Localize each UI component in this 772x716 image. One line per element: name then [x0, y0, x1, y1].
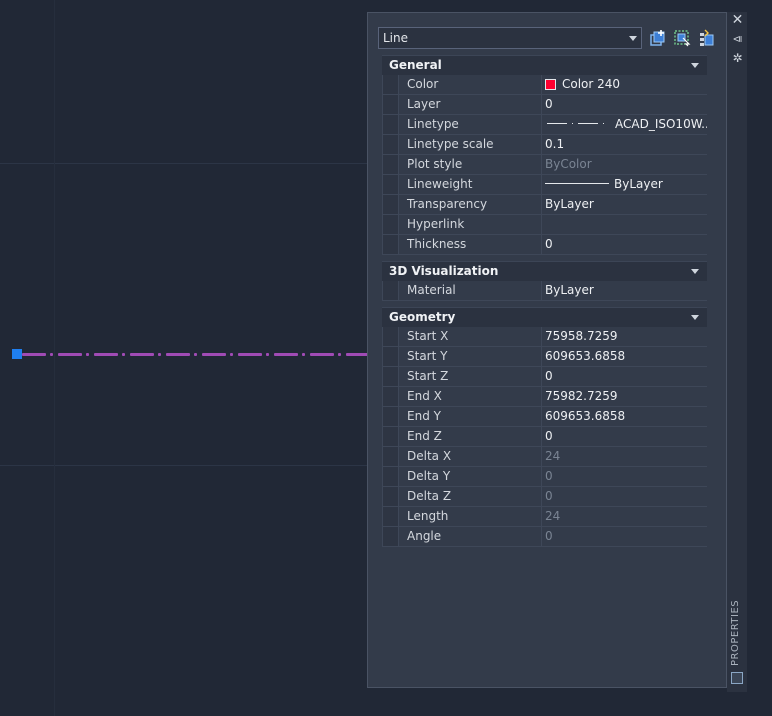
line-dash — [310, 353, 334, 356]
collapse-icon[interactable] — [691, 269, 699, 274]
category-geometry[interactable]: Geometry — [382, 307, 707, 327]
collapse-icon[interactable] — [691, 315, 699, 320]
line-dot — [122, 353, 125, 356]
line-dash — [22, 353, 46, 356]
property-row-lineweight[interactable]: Lineweight ByLayer — [383, 175, 707, 195]
color-swatch — [545, 79, 556, 90]
property-row-delta-z[interactable]: Delta Z0 — [383, 487, 707, 507]
property-row-linetype-scale[interactable]: Linetype scale 0.1 — [383, 135, 707, 155]
property-row-material[interactable]: Material ByLayer — [383, 281, 707, 301]
chevron-down-icon — [629, 36, 637, 41]
object-type-select[interactable]: Line — [378, 27, 642, 49]
selection-tools — [649, 29, 721, 49]
property-row-linetype[interactable]: Linetype ACAD_ISO10W... — [383, 115, 707, 135]
line-dot — [230, 353, 233, 356]
property-row-layer[interactable]: Layer 0 — [383, 95, 707, 115]
quick-select-icon[interactable] — [649, 29, 667, 47]
grid-line — [0, 163, 370, 164]
properties-palette: Line General Color Color 240 Layer 0 Lin… — [367, 12, 727, 688]
line-dot — [194, 353, 197, 356]
grid-line — [0, 465, 370, 466]
property-row-start-z[interactable]: Start Z0 — [383, 367, 707, 387]
properties-icon[interactable] — [731, 672, 743, 684]
line-dot — [86, 353, 89, 356]
line-dash — [58, 353, 82, 356]
object-type-value: Line — [383, 31, 409, 45]
category-general[interactable]: General — [382, 55, 707, 75]
line-dot — [266, 353, 269, 356]
line-dot — [158, 353, 161, 356]
property-row-plot-style[interactable]: Plot style ByColor — [383, 155, 707, 175]
property-row-start-x[interactable]: Start X 75958.7259 — [383, 327, 707, 347]
category-3d-visualization[interactable]: 3D Visualization — [382, 261, 707, 281]
property-row-color[interactable]: Color Color 240 — [383, 75, 707, 95]
property-row-angle[interactable]: Angle 0 — [383, 527, 707, 547]
select-objects-icon[interactable] — [673, 29, 691, 47]
property-grid: General Color Color 240 Layer 0 Linetype — [382, 55, 707, 547]
palette-title: PROPERTIES — [730, 599, 741, 666]
property-row-thickness[interactable]: Thickness 0 — [383, 235, 707, 255]
property-row-delta-y[interactable]: Delta Y0 — [383, 467, 707, 487]
property-row-end-x[interactable]: End X 75982.7259 — [383, 387, 707, 407]
line-dot — [338, 353, 341, 356]
property-row-hyperlink[interactable]: Hyperlink — [383, 215, 707, 235]
palette-title-bar[interactable]: ✕ ⧏ ✲ PROPERTIES — [727, 12, 747, 692]
line-dash — [130, 353, 154, 356]
close-icon[interactable]: ✕ — [731, 13, 744, 27]
line-dash — [238, 353, 262, 356]
property-row-transparency[interactable]: Transparency ByLayer — [383, 195, 707, 215]
line-dash — [94, 353, 118, 356]
line-dash — [274, 353, 298, 356]
line-dot — [302, 353, 305, 356]
property-row-end-z[interactable]: End Z0 — [383, 427, 707, 447]
line-dash — [166, 353, 190, 356]
property-row-length[interactable]: Length 24 — [383, 507, 707, 527]
collapse-icon[interactable] — [691, 63, 699, 68]
toggle-pickadd-icon[interactable] — [697, 29, 715, 47]
property-row-delta-x[interactable]: Delta X 24 — [383, 447, 707, 467]
settings-icon[interactable]: ✲ — [731, 52, 744, 65]
property-row-start-y[interactable]: Start Y 609653.6858 — [383, 347, 707, 367]
line-dash — [202, 353, 226, 356]
selected-line-entity[interactable] — [12, 346, 370, 362]
property-row-end-y[interactable]: End Y 609653.6858 — [383, 407, 707, 427]
lineweight-preview — [545, 183, 609, 184]
line-dot — [50, 353, 53, 356]
auto-hide-icon[interactable]: ⧏ — [731, 33, 744, 46]
line-grip[interactable] — [12, 349, 22, 359]
dashdot-line — [22, 353, 370, 356]
linetype-preview-icon — [547, 123, 604, 124]
